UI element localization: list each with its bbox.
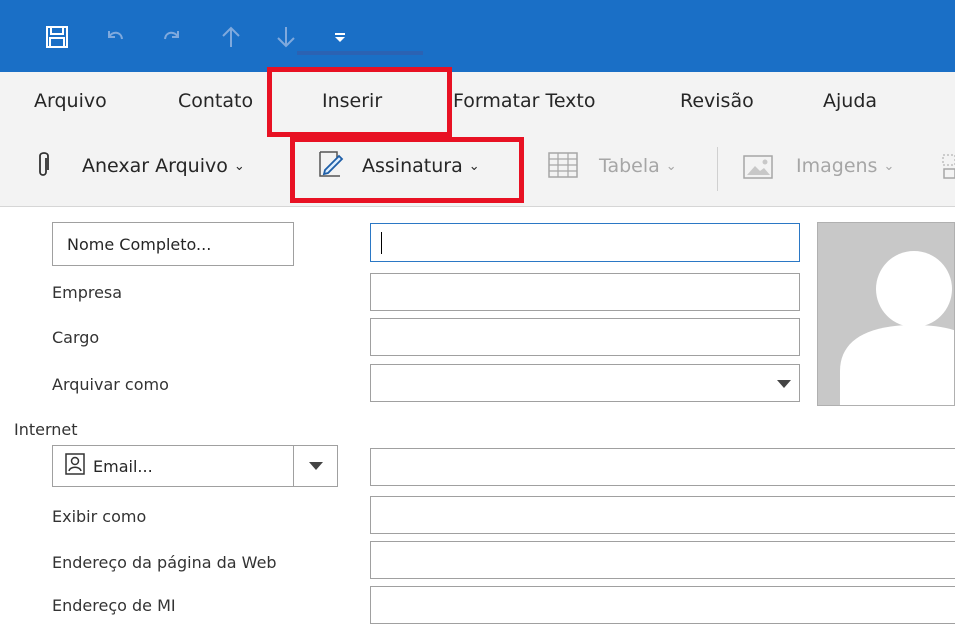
contact-card-icon (65, 453, 85, 479)
customize-toolbar-icon[interactable] (328, 20, 352, 54)
chevron-down-icon: ⌄ (665, 159, 677, 174)
signature-label: Assinatura (362, 155, 463, 177)
job-title-label: Cargo (52, 328, 100, 347)
job-title-field[interactable] (370, 318, 800, 356)
tab-inserir[interactable]: Inserir (322, 90, 382, 112)
internet-section-label: Internet (14, 420, 78, 439)
tab-revisao[interactable]: Revisão (680, 90, 754, 112)
down-arrow-icon[interactable] (269, 20, 303, 54)
full-name-button[interactable]: Nome Completo... (52, 222, 294, 266)
paperclip-icon (35, 150, 51, 184)
signature-pen-icon (315, 148, 345, 184)
attach-file-button[interactable]: Anexar Arquivo ⌄ (82, 155, 245, 177)
im-address-field[interactable] (370, 586, 955, 624)
display-as-label: Exibir como (52, 507, 147, 526)
display-as-field[interactable] (370, 496, 955, 534)
tab-formatar-texto[interactable]: Formatar Texto (453, 90, 596, 112)
company-label: Empresa (52, 283, 123, 302)
save-icon[interactable] (40, 20, 74, 54)
tab-arquivo[interactable]: Arquivo (34, 90, 107, 112)
tab-ajuda[interactable]: Ajuda (823, 90, 877, 112)
email-button[interactable]: Email... (52, 445, 294, 487)
ribbon-tabs: Arquivo Contato Inserir Formatar Texto R… (0, 72, 955, 134)
email-field[interactable] (370, 448, 955, 486)
webpage-label: Endereço da página da Web (52, 553, 277, 572)
contact-photo[interactable] (817, 222, 955, 406)
full-name-button-label: Nome Completo... (67, 234, 212, 254)
dropdown-arrow-icon (308, 462, 323, 470)
up-arrow-icon[interactable] (214, 20, 248, 54)
active-tab-indicator (297, 51, 423, 55)
tab-contato[interactable]: Contato (178, 90, 253, 112)
table-icon (548, 152, 578, 182)
images-button[interactable]: Imagens ⌄ (796, 155, 894, 177)
file-as-dropdown[interactable] (370, 364, 800, 402)
file-as-label: Arquivar como (52, 375, 169, 394)
email-button-label: Email... (93, 456, 153, 476)
chevron-down-icon: ⌄ (468, 159, 480, 174)
full-name-field[interactable] (370, 223, 800, 262)
text-cursor (381, 232, 382, 254)
title-bar (0, 0, 955, 72)
ribbon-separator (717, 147, 718, 191)
undo-icon[interactable] (98, 20, 132, 54)
images-icon (743, 155, 773, 183)
screenshot-icon (941, 152, 955, 186)
table-button[interactable]: Tabela ⌄ (599, 155, 677, 177)
signature-button[interactable]: Assinatura ⌄ (362, 155, 480, 177)
person-silhouette-icon (840, 251, 954, 405)
chevron-down-icon: ⌄ (233, 159, 245, 174)
images-label: Imagens (796, 155, 878, 177)
attach-file-label: Anexar Arquivo (82, 155, 228, 177)
im-address-label: Endereço de MI (52, 596, 176, 615)
email-type-dropdown[interactable] (293, 445, 338, 487)
company-field[interactable] (370, 273, 800, 311)
redo-icon[interactable] (155, 20, 189, 54)
chevron-down-icon: ⌄ (883, 159, 895, 174)
dropdown-arrow-icon (777, 380, 791, 388)
table-label: Tabela (599, 155, 660, 177)
webpage-field[interactable] (370, 541, 955, 579)
